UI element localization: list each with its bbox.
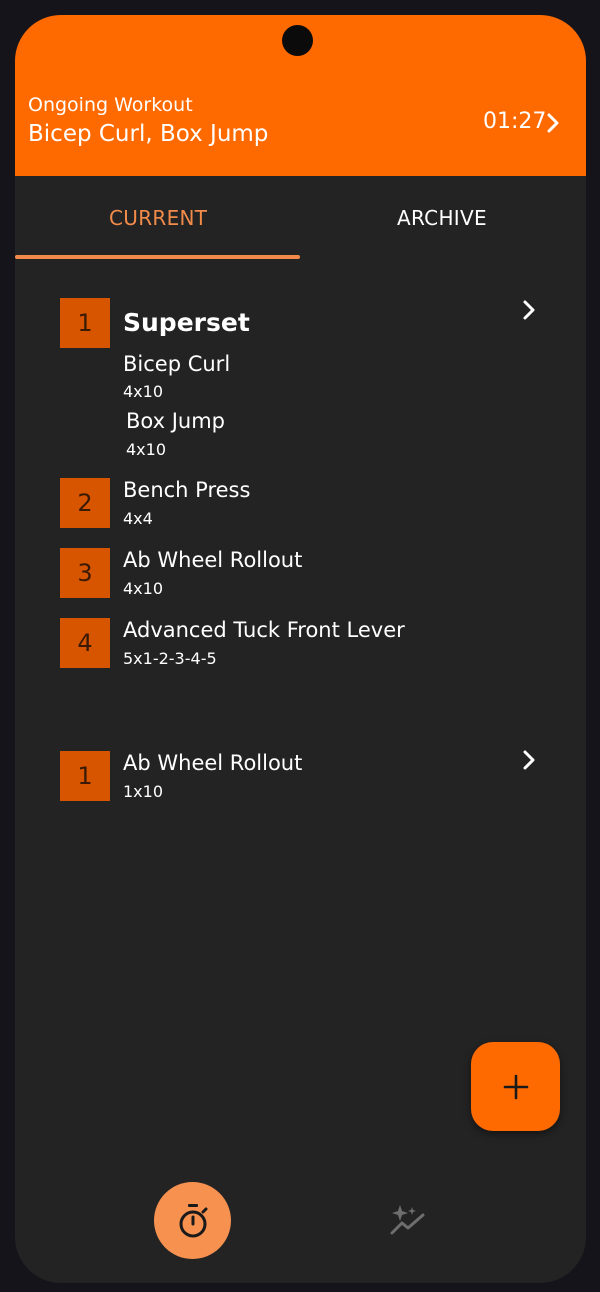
active-tab-indicator — [15, 255, 300, 259]
exercise-name: Bicep Curl — [123, 352, 231, 376]
exercise-name: Bench Press — [123, 478, 251, 502]
exercise-sets: 4x10 — [123, 579, 164, 598]
exercise-name: Ab Wheel Rollout — [123, 548, 303, 572]
chevron-right-icon[interactable] — [520, 749, 538, 771]
exercise-index-badge: 2 — [60, 478, 110, 528]
exercise-sets: 5x1-2-3-4-5 — [123, 649, 217, 668]
plus-icon — [503, 1074, 528, 1099]
banner-title: Bicep Curl, Box Jump — [28, 121, 269, 147]
stopwatch-icon — [179, 1203, 207, 1237]
exercise-name: Advanced Tuck Front Lever — [123, 618, 405, 642]
exercise-index-badge: 4 — [60, 618, 110, 668]
exercise-sets: 4x4 — [123, 509, 153, 528]
sparkle-chart-icon[interactable] — [390, 1203, 426, 1237]
tab-archive[interactable]: ARCHIVE — [397, 206, 487, 230]
exercise-index-badge: 3 — [60, 548, 110, 598]
chevron-right-icon[interactable] — [543, 111, 563, 135]
exercise-name: Ab Wheel Rollout — [123, 751, 303, 775]
chevron-right-icon[interactable] — [520, 299, 538, 321]
workout-timer: 01:27 — [483, 109, 547, 134]
add-workout-button[interactable] — [471, 1042, 560, 1131]
exercise-sets: 4x10 — [123, 382, 164, 401]
app-screen: Ongoing Workout Bicep Curl, Box Jump 01:… — [15, 15, 586, 1283]
exercise-index-badge: 1 — [60, 751, 110, 801]
banner-subtitle: Ongoing Workout — [28, 94, 193, 116]
tab-bar: CURRENT ARCHIVE — [15, 176, 586, 261]
ongoing-workout-banner[interactable]: Ongoing Workout Bicep Curl, Box Jump 01:… — [15, 15, 586, 176]
nav-workout-button[interactable] — [154, 1182, 231, 1259]
exercise-sets: 4x10 — [126, 440, 167, 459]
exercise-index-badge: 1 — [60, 298, 110, 348]
exercise-sets: 1x10 — [123, 782, 164, 801]
camera-cutout — [282, 25, 313, 56]
exercise-name: Box Jump — [126, 409, 226, 433]
superset-title: Superset — [123, 308, 250, 337]
tab-current[interactable]: CURRENT — [109, 206, 207, 230]
